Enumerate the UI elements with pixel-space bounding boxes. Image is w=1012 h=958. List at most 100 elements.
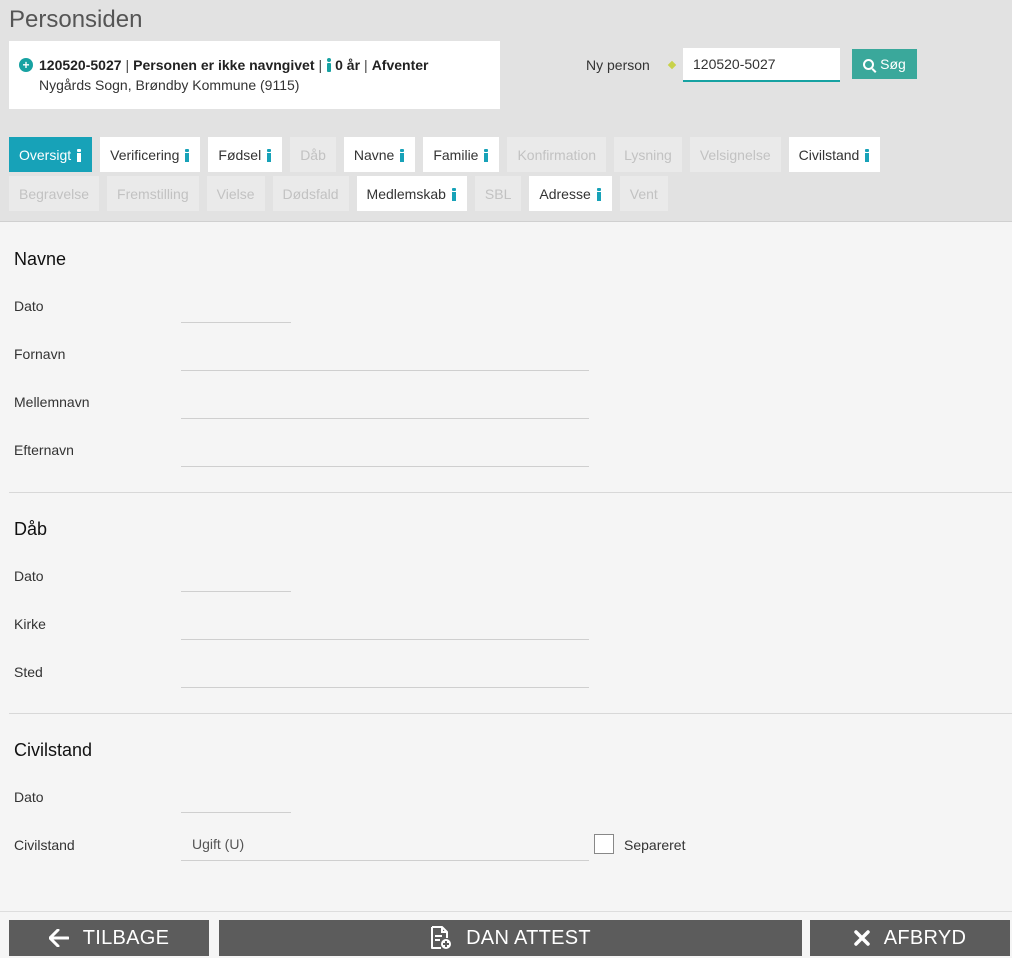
fornavn-label: Fornavn: [14, 346, 66, 362]
mellemnavn-label: Mellemnavn: [14, 394, 90, 410]
person-icon: [326, 58, 332, 72]
person-location: Nygårds Sogn, Brøndby Kommune (9115): [39, 77, 300, 93]
cancel-button-label: AFBRYD: [883, 926, 967, 949]
separeret-checkbox[interactable]: [594, 834, 614, 854]
new-person-input[interactable]: [683, 48, 840, 82]
tab-adresse[interactable]: Adresse: [529, 176, 612, 211]
section-title: Navne: [14, 249, 67, 269]
tab-label: Navne: [353, 146, 395, 163]
person-age: 0 år: [335, 57, 361, 73]
close-icon: [853, 930, 870, 946]
create-certificate-label: DAN ATTEST: [466, 926, 591, 949]
civilstand-select-underline: [181, 860, 589, 861]
tab-row-1: Oversigt Verificering Fødsel Dåb Navne Famili…: [9, 137, 1009, 172]
info-icon: [399, 148, 405, 162]
tab-label: Medlemskab: [366, 185, 446, 202]
info-icon: [76, 148, 82, 162]
tab-label: Fremstilling: [117, 185, 189, 202]
separeret-label: Separeret: [624, 837, 686, 853]
tab-vent: Vent: [619, 176, 668, 211]
tab-row-2: Begravelse Fremstilling Vielse Dødsfald Medl…: [9, 176, 1009, 211]
daab-dato-label: Dato: [14, 568, 44, 584]
section-title: Dåb: [14, 519, 48, 539]
info-icon: [184, 148, 190, 162]
tab-label: Vielse: [216, 185, 255, 202]
tab-label: Dødsfald: [282, 185, 339, 202]
tab-medlemskab[interactable]: Medlemskab: [356, 176, 467, 211]
tab-lysning: Lysning: [614, 137, 682, 172]
tab-doedsfald: Dødsfald: [272, 176, 349, 211]
sted-field[interactable]: [181, 687, 589, 688]
tab-velsignelse: Velsignelse: [689, 137, 781, 172]
create-certificate-button[interactable]: DAN ATTEST: [219, 920, 802, 956]
tab-navne[interactable]: Navne: [343, 137, 416, 172]
efternavn-label: Efternavn: [14, 442, 74, 458]
tab-civilstand[interactable]: Civilstand: [788, 137, 881, 172]
tab-foedsel[interactable]: Fødsel: [208, 137, 283, 172]
fornavn-field[interactable]: [181, 370, 589, 371]
document-add-icon: [431, 926, 452, 949]
daab-dato-field[interactable]: [181, 591, 291, 592]
required-diamond-icon: [667, 60, 677, 70]
header: Personsiden + 120520-5027 | Personen er …: [0, 0, 1012, 222]
arrow-left-icon: [48, 929, 69, 947]
kirke-field[interactable]: [181, 639, 589, 640]
tab-label: Oversigt: [19, 146, 72, 163]
mellemnavn-field[interactable]: [181, 418, 589, 419]
search-button-label: Søg: [880, 56, 906, 72]
search-button[interactable]: Søg: [852, 49, 917, 79]
tab-label: Vent: [629, 185, 658, 202]
separator: |: [364, 57, 368, 73]
tab-label: Velsignelse: [699, 146, 771, 163]
navne-dato-field[interactable]: [181, 322, 291, 323]
tab-vielse: Vielse: [206, 176, 265, 211]
person-summary-line: + 120520-5027 | Personen er ikke navngiv…: [19, 56, 500, 74]
person-cpr: 120520-5027: [39, 57, 122, 73]
main-content: Navne Dato Fornavn Mellemnavn Efternavn …: [0, 223, 1012, 911]
tab-label: Fødsel: [218, 146, 262, 163]
tab-label: Verificering: [110, 146, 180, 163]
tab-sbl: SBL: [474, 176, 522, 211]
tab-verificering[interactable]: Verificering: [100, 137, 201, 172]
tab-label: Begravelse: [19, 185, 90, 202]
person-summary-card: + 120520-5027 | Personen er ikke navngiv…: [9, 41, 500, 109]
sted-label: Sted: [14, 664, 43, 680]
back-button[interactable]: TILBAGE: [9, 920, 209, 956]
info-icon: [483, 148, 489, 162]
separator: |: [125, 57, 130, 73]
separator: |: [318, 57, 323, 73]
tab-konfirmation: Konfirmation: [507, 137, 607, 172]
tab-daab: Dåb: [290, 137, 336, 172]
person-status: Afventer: [371, 57, 429, 73]
info-icon: [864, 148, 870, 162]
tab-begravelse: Begravelse: [9, 176, 100, 211]
search-icon: [863, 58, 875, 70]
tab-label: Konfirmation: [517, 146, 597, 163]
section-title: Civilstand: [14, 740, 93, 760]
new-person-label: Ny person: [586, 57, 650, 73]
efternavn-field[interactable]: [181, 466, 589, 467]
section-divider: [9, 713, 1012, 714]
tab-label: Familie: [433, 146, 479, 163]
tab-bar: Oversigt Verificering Fødsel Dåb Navne Famili…: [9, 137, 1009, 215]
page-title: Personsiden: [9, 6, 143, 33]
civilstand-dato-field[interactable]: [181, 812, 291, 813]
tab-fremstilling: Fremstilling: [107, 176, 199, 211]
tab-label: Dåb: [300, 146, 326, 163]
kirke-label: Kirke: [14, 616, 46, 632]
tab-label: Civilstand: [798, 146, 860, 163]
section-divider: [9, 492, 1012, 493]
tab-oversigt[interactable]: Oversigt: [9, 137, 93, 172]
tab-label: Lysning: [624, 146, 672, 163]
tab-label: SBL: [484, 185, 512, 202]
tab-familie[interactable]: Familie: [423, 137, 500, 172]
cancel-button[interactable]: AFBRYD: [810, 920, 1010, 956]
civilstand-select[interactable]: Ugift (U): [192, 836, 244, 852]
tab-label: Adresse: [539, 185, 591, 202]
civilstand-label: Civilstand: [14, 837, 75, 853]
back-button-label: TILBAGE: [82, 926, 170, 949]
info-icon: [266, 148, 272, 162]
navne-dato-label: Dato: [14, 298, 44, 314]
info-icon: [596, 187, 602, 201]
expand-plus-icon[interactable]: +: [19, 58, 33, 72]
